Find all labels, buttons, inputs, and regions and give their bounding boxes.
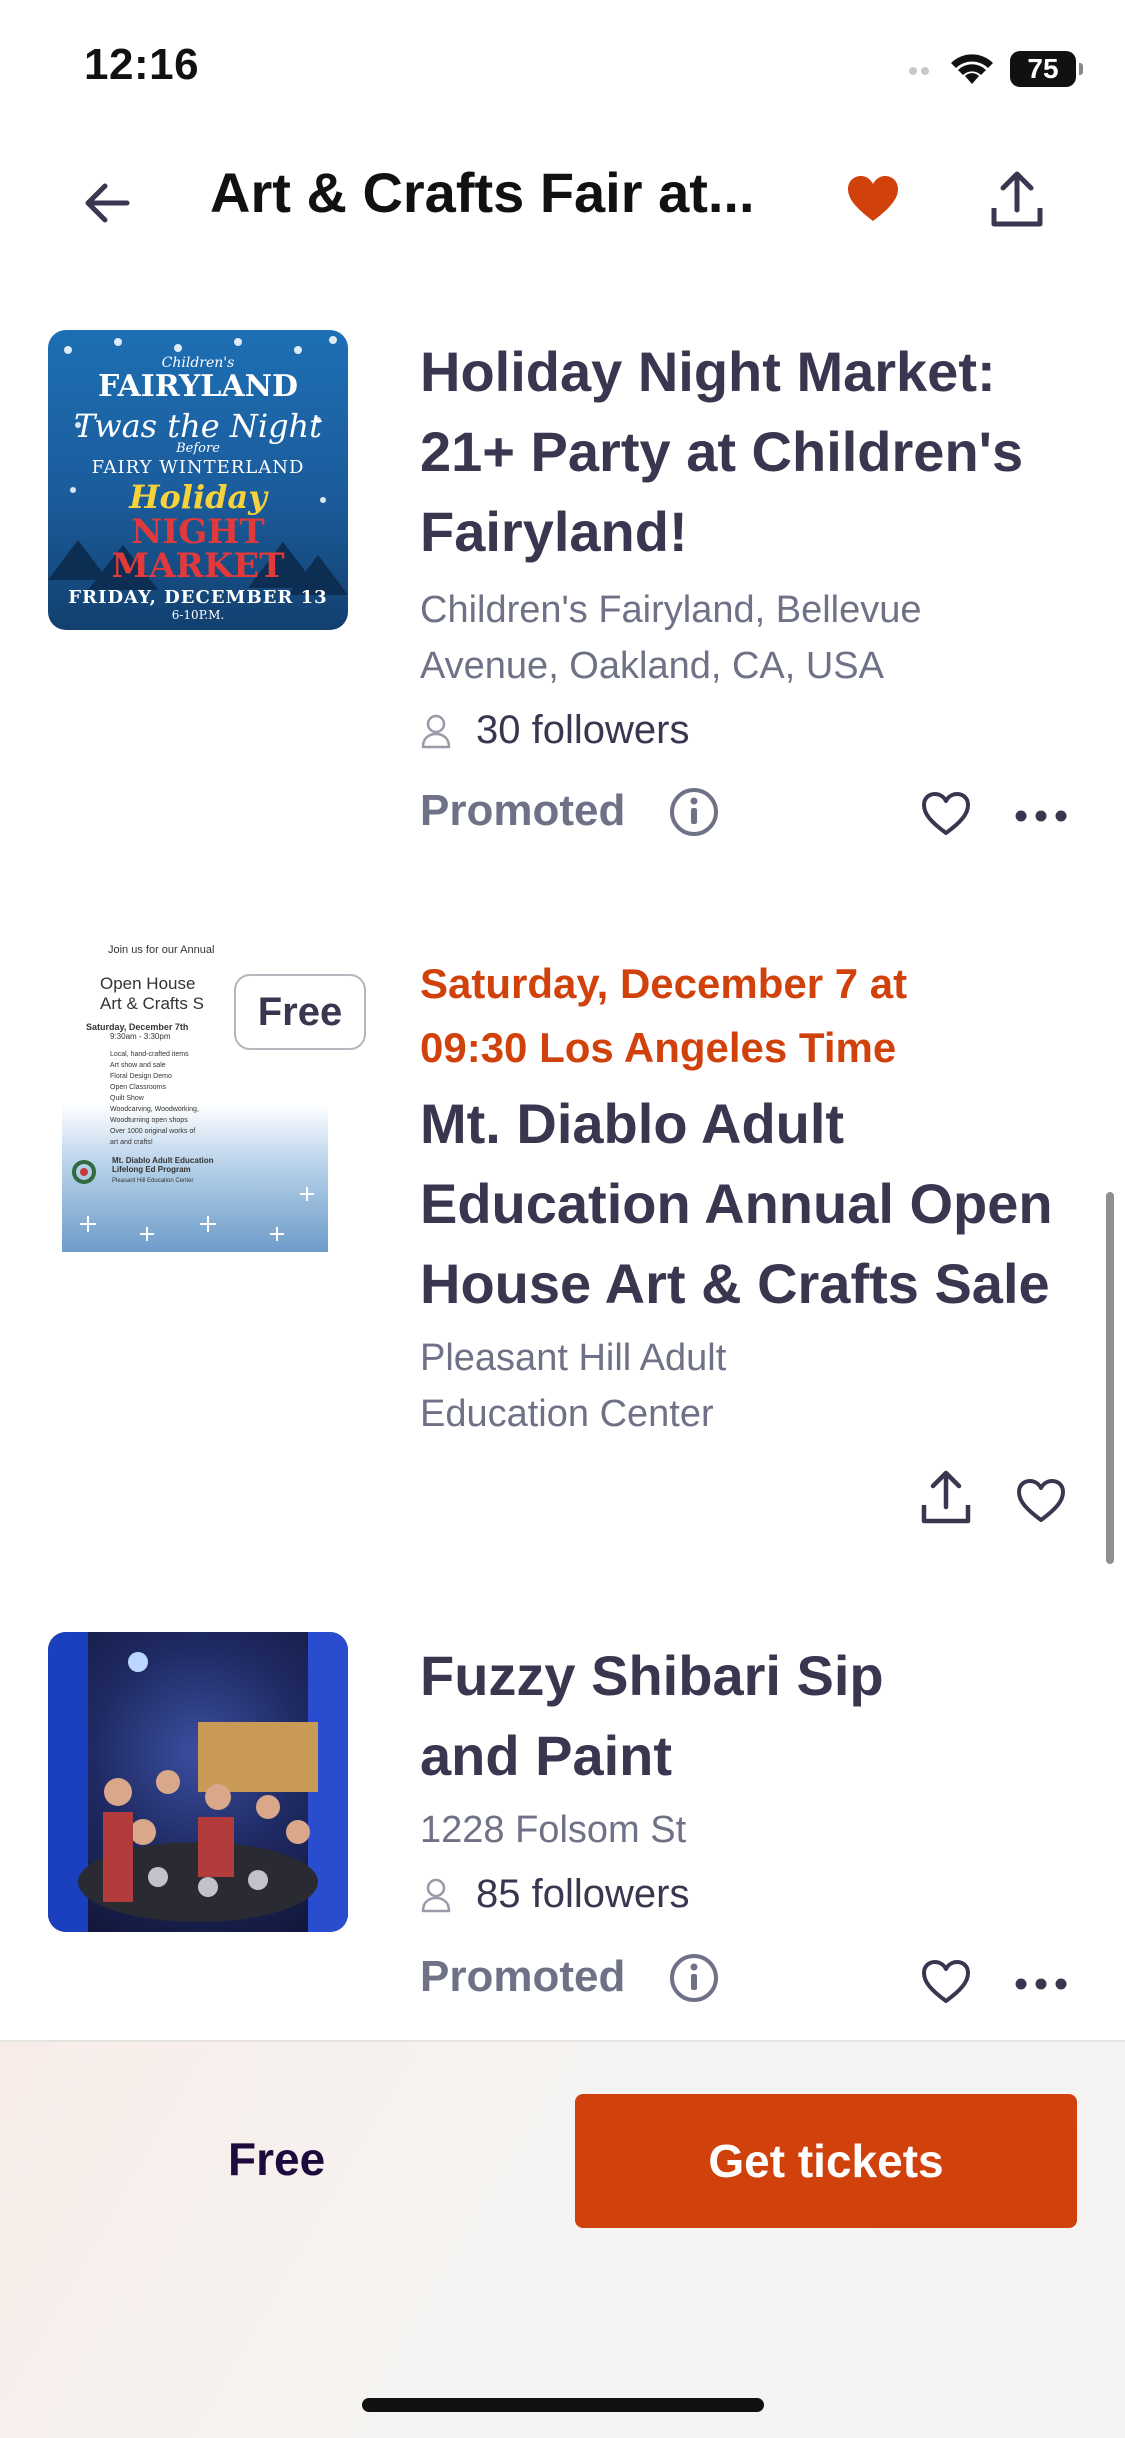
promoted-info-button[interactable] [666,1950,722,2006]
event-title-line: Education Annual Open [420,1172,1053,1235]
event-followers: 85 followers [420,1872,1080,1917]
event-title-line: Holiday Night Market: [420,340,996,403]
promoted-info-button[interactable] [666,784,722,840]
share-button[interactable] [982,162,1052,236]
event-card-fuzzy-shibari[interactable]: Fuzzy Shibari Sip and Paint 1228 Folsom … [420,1636,1080,1917]
get-tickets-button[interactable]: Get tickets [575,2094,1077,2228]
event-card-holiday-night-market[interactable]: Holiday Night Market: 21+ Party at Child… [420,332,1080,753]
promoted-label: Promoted [420,786,626,835]
battery-level: 75 [1027,53,1059,84]
event-title-line: House Art & Crafts Sale [420,1252,1050,1315]
event-followers: 30 followers [420,708,1080,753]
share-event-button[interactable] [916,1466,976,1528]
wifi-icon [951,54,993,84]
free-badge-label: Free [257,989,343,1034]
followers-count: 30 followers [476,708,690,752]
thumb-line: NIGHT MARKET [111,512,285,586]
event-location-line: Avenue, Oakland, CA, USA [420,645,884,687]
like-button[interactable] [916,786,976,842]
more-button[interactable] [1010,1964,1072,2004]
heart-outline-icon [922,792,970,835]
event-title-line: and Paint [420,1724,673,1787]
thumbnail-artwork [48,1632,348,1932]
event-location-line: Children's Fairyland, Bellevue [420,589,922,631]
battery-icon: 75 [1010,51,1083,87]
event-location: Children's Fairyland, Bellevue Avenue, O… [420,582,1080,694]
thumb-line: FAIRY WINTERLAND [91,457,305,478]
heart-outline-icon [922,1960,970,2003]
info-icon [670,788,718,836]
back-button[interactable] [72,168,142,238]
scrollbar[interactable] [1106,1192,1114,1564]
more-icon [1015,1978,1067,1990]
status-icons: 75 [908,46,1088,92]
share-icon [991,171,1043,227]
event-date-line: Saturday, December 7 at [420,960,908,1007]
event-title-line: 21+ Party at Children's [420,420,1024,483]
signal-icon [909,67,929,75]
user-icon [421,1878,451,1912]
event-title-line: Fuzzy Shibari Sip [420,1644,884,1707]
thumbnail-text: Children's FAIRYLAND Twas the Night Befo… [48,356,348,621]
heart-outline-icon [1017,1479,1065,1522]
event-title-line: Mt. Diablo Adult [420,1092,845,1155]
share-icon [921,1470,971,1524]
thumb-line: Children's [161,355,235,371]
thumb-line: Twas the Night [73,407,323,445]
thumb-line: 6-10P.M. [171,608,225,622]
like-button[interactable] [1010,1474,1072,1528]
like-button[interactable] [916,1954,976,2010]
promoted-row: Promoted [420,786,625,836]
page-title: Art & Crafts Fair at... [210,161,755,224]
event-thumbnail[interactable] [48,1632,348,1932]
thumb-line: Holiday [129,478,267,516]
event-card-mt-diablo[interactable]: Saturday, December 7 at 09:30 Los Angele… [420,952,1090,1442]
event-location: 1228 Folsom St [420,1802,1080,1858]
event-date-line: 09:30 Los Angeles Time [420,1024,897,1071]
info-icon [670,1954,718,2002]
get-tickets-label: Get tickets [708,2135,944,2187]
status-time: 12:16 [84,40,200,89]
event-thumbnail[interactable]: Children's FAIRYLAND Twas the Night Befo… [48,330,348,630]
event-title-line: Fairyland! [420,500,688,563]
followers-count: 85 followers [476,1872,690,1916]
event-title: Mt. Diablo Adult Education Annual Open H… [420,1084,1090,1324]
home-indicator[interactable] [362,2398,764,2412]
more-icon [1015,810,1067,822]
back-arrow-icon [85,183,130,223]
promoted-row: Promoted [420,1952,625,2002]
event-location-line: 1228 Folsom St [420,1809,687,1851]
event-location: Pleasant Hill Adult Education Center [420,1330,1090,1442]
event-title: Holiday Night Market: 21+ Party at Child… [420,332,1080,572]
event-title: Fuzzy Shibari Sip and Paint [420,1636,1080,1796]
thumb-line: FAIRYLAND [97,369,299,404]
free-badge: Free [234,974,366,1050]
event-date: Saturday, December 7 at 09:30 Los Angele… [420,952,1090,1080]
favorite-button[interactable] [838,164,908,234]
heart-filled-icon [848,176,898,221]
ticket-price: Free [228,2133,326,2185]
user-icon [421,714,451,748]
event-location-line: Education Center [420,1393,714,1435]
promoted-label: Promoted [420,1952,626,2001]
event-location-line: Pleasant Hill Adult [420,1337,727,1379]
thumb-line: FRIDAY, DECEMBER 13 [68,587,328,608]
more-button[interactable] [1010,796,1072,836]
